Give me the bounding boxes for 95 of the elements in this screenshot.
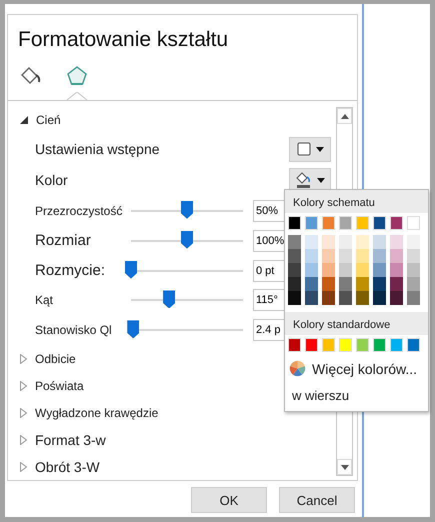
expand-triangle-icon[interactable] (20, 462, 27, 472)
section-header[interactable]: Poświata (35, 378, 84, 393)
color-swatch[interactable] (356, 291, 369, 305)
color-swatch[interactable] (322, 263, 335, 277)
collapse-triangle-icon[interactable] (20, 116, 28, 124)
color-swatch[interactable] (322, 216, 335, 230)
color-swatch[interactable] (339, 277, 352, 291)
color-swatch[interactable] (356, 277, 369, 291)
color-swatch[interactable] (322, 249, 335, 263)
color-swatch[interactable] (322, 277, 335, 291)
color-swatch[interactable] (305, 235, 318, 249)
shadow-preset-icon (296, 142, 310, 156)
color-swatch[interactable] (390, 235, 403, 249)
color-swatch[interactable] (322, 235, 335, 249)
color-swatch[interactable] (390, 291, 403, 305)
color-swatch[interactable] (322, 338, 335, 352)
color-swatch[interactable] (407, 291, 420, 305)
color-swatch[interactable] (407, 249, 420, 263)
pane-title: Formatowanie kształtu (17, 27, 230, 53)
slider-thumb[interactable] (181, 230, 193, 249)
scroll-up-icon[interactable] (340, 114, 348, 118)
section-header[interactable]: Cień (36, 113, 61, 128)
color-swatch[interactable] (356, 216, 369, 230)
color-swatch[interactable] (288, 291, 301, 305)
slider-thumb[interactable] (125, 260, 137, 279)
color-swatch[interactable] (288, 216, 301, 230)
pentagon-icon (66, 65, 88, 87)
dialog-button[interactable]: OK (191, 487, 267, 513)
slider-thumb[interactable] (181, 200, 193, 219)
color-swatch[interactable] (305, 249, 318, 263)
expand-triangle-icon[interactable] (20, 380, 27, 391)
section-header[interactable]: Wygładzone krawędzie (35, 406, 158, 420)
color-swatch[interactable] (356, 235, 369, 249)
color-swatch[interactable] (373, 249, 386, 263)
slider-thumb[interactable] (127, 320, 140, 338)
color-swatch[interactable] (356, 263, 369, 277)
section-header[interactable]: Obrót 3-W (35, 458, 100, 475)
color-swatch[interactable] (339, 291, 352, 305)
color-swatch[interactable] (390, 277, 403, 291)
color-swatch[interactable] (407, 263, 420, 277)
color-swatch[interactable] (407, 338, 420, 352)
color-swatch[interactable] (288, 277, 301, 291)
color-swatch[interactable] (305, 277, 318, 291)
color-swatch[interactable] (305, 263, 318, 277)
section-heading: Kolory standardowe (285, 312, 428, 335)
section-header[interactable]: Format 3-w (35, 432, 106, 448)
color-swatch[interactable] (407, 216, 420, 230)
option-label: Ustawienia wstępne (35, 141, 160, 158)
expand-triangle-icon[interactable] (20, 434, 27, 445)
color-swatch[interactable] (390, 338, 403, 352)
section-heading: Kolory schematu (285, 190, 428, 213)
color-wheel-icon (289, 360, 306, 377)
dialog-button[interactable]: Cancel (279, 487, 355, 513)
color-swatch[interactable] (288, 263, 301, 277)
color-swatch[interactable] (407, 235, 420, 249)
color-swatch[interactable] (305, 216, 318, 230)
section-header[interactable]: Odbicie (35, 352, 76, 366)
color-swatch[interactable] (305, 338, 318, 352)
color-swatch[interactable] (288, 338, 301, 352)
slider-label: Przezroczystość (35, 204, 124, 218)
color-swatch[interactable] (322, 291, 335, 305)
option-label: Kolor (35, 172, 68, 188)
color-swatch[interactable] (356, 249, 369, 263)
color-swatch[interactable] (339, 216, 352, 230)
color-swatch[interactable] (373, 291, 386, 305)
more-colors-item[interactable]: Więcej kolorów... (312, 360, 418, 376)
slider-label: Kąt (35, 293, 54, 308)
color-swatch[interactable] (407, 277, 420, 291)
color-swatch[interactable] (339, 263, 352, 277)
color-swatch[interactable] (373, 263, 386, 277)
slider-label: Rozmycie: (35, 262, 106, 280)
slider-thumb[interactable] (163, 290, 176, 308)
color-swatch[interactable] (373, 235, 386, 249)
color-swatch[interactable] (305, 291, 318, 305)
expand-triangle-icon[interactable] (20, 408, 27, 418)
color-swatch[interactable] (373, 277, 386, 291)
color-swatch[interactable] (339, 235, 352, 249)
color-swatch[interactable] (356, 338, 369, 352)
color-swatch[interactable] (339, 338, 352, 352)
caret-icon (316, 178, 324, 183)
slider-label: Stanowisko Ql (35, 323, 113, 338)
color-swatch[interactable] (288, 249, 301, 263)
caret-icon (316, 146, 324, 152)
menu-item[interactable]: w wierszu (285, 382, 428, 407)
color-swatch[interactable] (373, 216, 386, 230)
dropdown-button[interactable] (289, 136, 331, 162)
color-swatch[interactable] (390, 263, 403, 277)
color-swatch[interactable] (390, 249, 403, 263)
color-swatch[interactable] (288, 235, 301, 249)
expand-triangle-icon[interactable] (20, 354, 27, 364)
color-swatch[interactable] (339, 249, 352, 263)
slider-label: Rozmiar (35, 232, 92, 250)
scroll-down-icon[interactable] (340, 464, 348, 470)
color-swatch[interactable] (373, 338, 386, 352)
color-swatch[interactable] (390, 216, 403, 230)
